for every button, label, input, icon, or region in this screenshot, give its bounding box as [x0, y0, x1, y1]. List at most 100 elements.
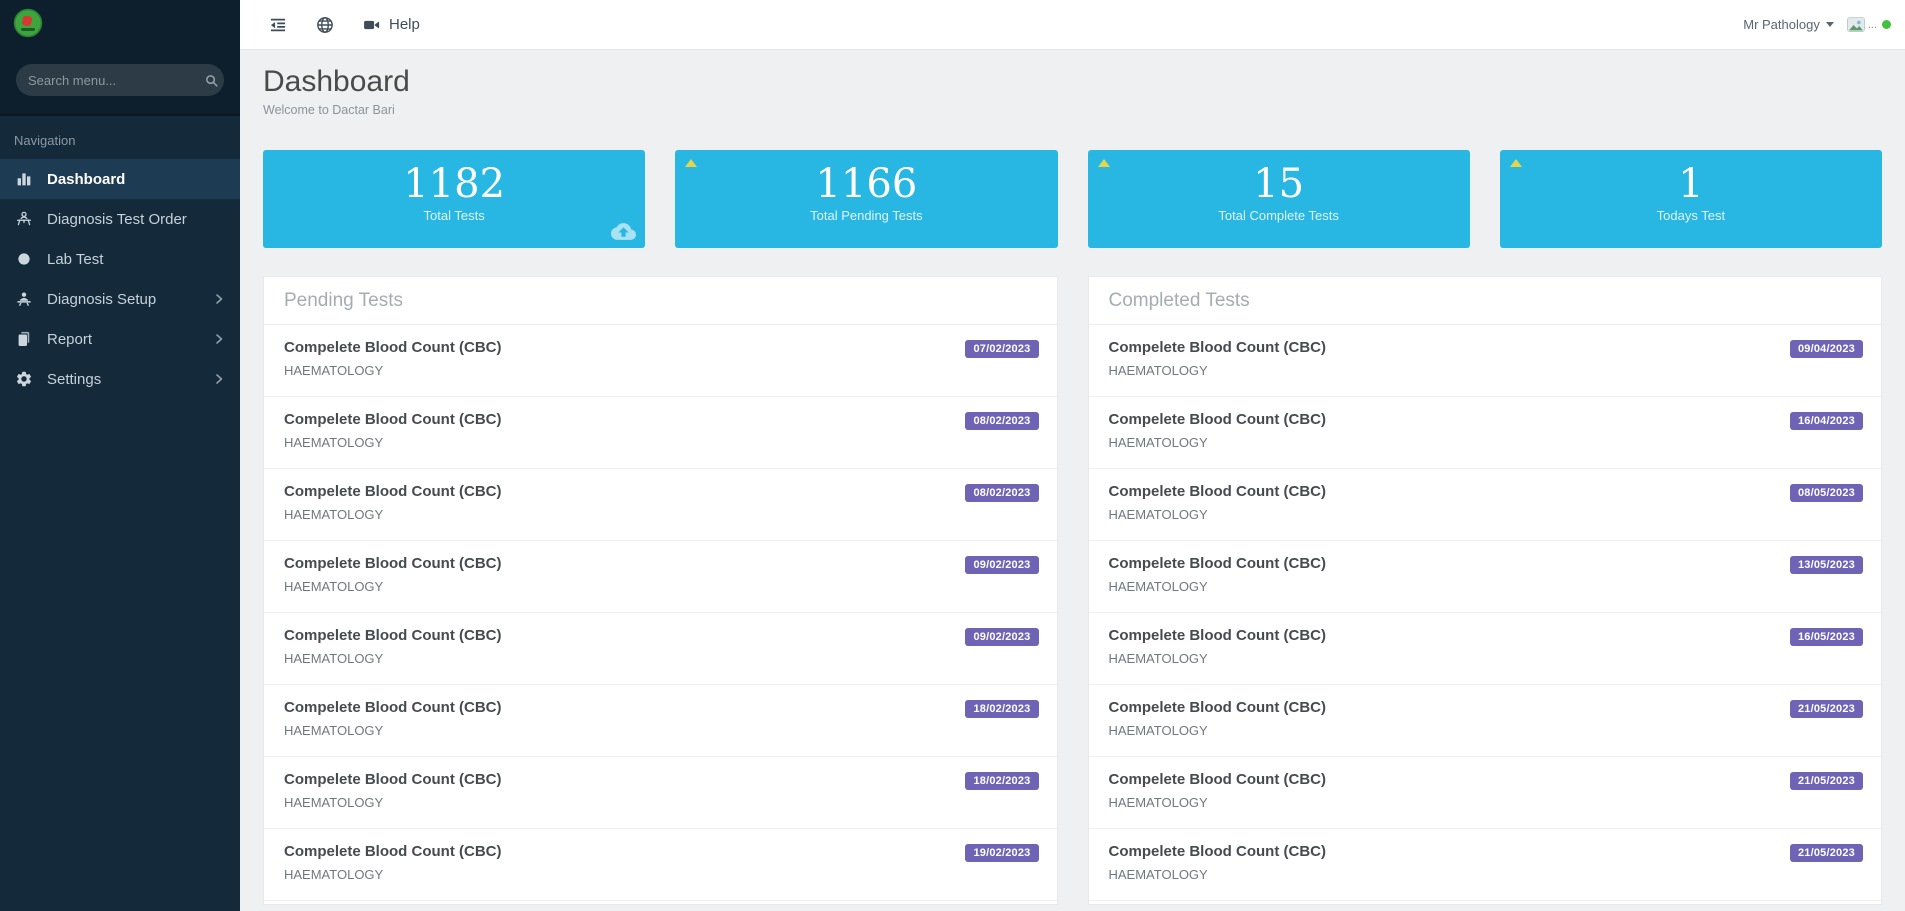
sidebar-item[interactable]: Diagnosis Test Order [0, 199, 240, 239]
test-category: HAEMATOLOGY [1108, 363, 1208, 378]
app-logo-icon [13, 8, 43, 43]
test-category: HAEMATOLOGY [1108, 723, 1208, 738]
test-category: HAEMATOLOGY [284, 507, 384, 522]
sidebar-item-label: Diagnosis Test Order [47, 210, 187, 228]
user-menu-label: Mr Pathology [1743, 17, 1820, 32]
user-setup-icon [14, 289, 34, 309]
test-list-item: Compelete Blood Count (CBC) HAEMATOLOGY … [1088, 829, 1881, 901]
completed-tests-panel: Completed Tests Compelete Blood Count (C… [1087, 276, 1882, 905]
completed-tests-list: Compelete Blood Count (CBC) HAEMATOLOGY … [1088, 325, 1881, 901]
test-category: HAEMATOLOGY [1108, 435, 1208, 450]
test-list-item: Compelete Blood Count (CBC) HAEMATOLOGY … [264, 613, 1057, 685]
test-name: Compelete Blood Count (CBC) [1108, 627, 1326, 644]
sidebar-item[interactable]: Lab Test [0, 239, 240, 279]
video-icon [362, 15, 382, 35]
user-menu[interactable]: Mr Pathology [1743, 17, 1834, 32]
pending-tests-list: Compelete Blood Count (CBC) HAEMATOLOGY … [264, 325, 1057, 901]
test-name: Compelete Blood Count (CBC) [284, 483, 502, 500]
language-globe-icon[interactable] [315, 15, 335, 35]
test-name: Compelete Blood Count (CBC) [284, 411, 502, 428]
test-category: HAEMATOLOGY [1108, 507, 1208, 522]
test-list-item: Compelete Blood Count (CBC) HAEMATOLOGY … [1088, 613, 1881, 685]
date-badge: 09/02/2023 [965, 556, 1039, 574]
stat-card-label: Todays Test [1656, 208, 1726, 223]
broken-image-icon [1846, 16, 1866, 34]
search-input[interactable] [28, 72, 204, 88]
test-category: HAEMATOLOGY [284, 363, 384, 378]
date-badge: 16/04/2023 [1789, 412, 1863, 430]
topbar: Help Mr Pathology ... [240, 0, 1905, 50]
bar-chart-icon [14, 169, 34, 189]
sidebar-item[interactable]: Diagnosis Setup [0, 279, 240, 319]
date-badge: 08/02/2023 [965, 484, 1039, 502]
test-list-item: Compelete Blood Count (CBC) HAEMATOLOGY … [1088, 325, 1881, 397]
logo-area[interactable] [0, 0, 240, 50]
test-list-item: Compelete Blood Count (CBC) HAEMATOLOGY … [264, 685, 1057, 757]
search-area [0, 50, 240, 114]
test-category: HAEMATOLOGY [284, 867, 384, 882]
test-list-item: Compelete Blood Count (CBC) HAEMATOLOGY … [264, 541, 1057, 613]
test-category: HAEMATOLOGY [284, 651, 384, 666]
test-name: Compelete Blood Count (CBC) [1108, 699, 1326, 716]
test-name: Compelete Blood Count (CBC) [1108, 339, 1326, 356]
chevron-right-icon [213, 373, 225, 385]
topbar-right: Mr Pathology ... [1743, 16, 1891, 34]
test-list-item: Compelete Blood Count (CBC) HAEMATOLOGY … [264, 829, 1057, 901]
test-name: Compelete Blood Count (CBC) [1108, 483, 1326, 500]
test-list-item: Compelete Blood Count (CBC) HAEMATOLOGY … [1088, 397, 1881, 469]
circle-icon [14, 249, 34, 269]
online-status-dot [1882, 20, 1891, 29]
stat-card: 1166 Total Pending Tests [675, 150, 1058, 248]
test-list-item: Compelete Blood Count (CBC) HAEMATOLOGY … [264, 325, 1057, 397]
stat-card: 1 Todays Test [1499, 150, 1882, 248]
date-badge: 21/05/2023 [1789, 772, 1863, 790]
test-list-item: Compelete Blood Count (CBC) HAEMATOLOGY … [1088, 469, 1881, 541]
search-icon[interactable] [204, 73, 219, 88]
test-list-item: Compelete Blood Count (CBC) HAEMATOLOGY … [1088, 685, 1881, 757]
help-button[interactable]: Help [362, 15, 420, 35]
date-badge: 16/05/2023 [1789, 628, 1863, 646]
nav-list: Dashboard Diagnosis Test Order Lab Test [0, 159, 240, 399]
test-category: HAEMATOLOGY [284, 723, 384, 738]
test-list-item: Compelete Blood Count (CBC) HAEMATOLOGY … [264, 397, 1057, 469]
test-category: HAEMATOLOGY [1108, 867, 1208, 882]
main-area: Help Mr Pathology ... Dashboard Welcome … [240, 0, 1905, 911]
date-badge: 08/05/2023 [1789, 484, 1863, 502]
chevron-right-icon [213, 293, 225, 305]
date-badge: 18/02/2023 [965, 700, 1039, 718]
sidebar-item[interactable]: Report [0, 319, 240, 359]
test-category: HAEMATOLOGY [284, 579, 384, 594]
test-name: Compelete Blood Count (CBC) [284, 555, 502, 572]
stat-card-value: 1 [1678, 161, 1704, 207]
pending-tests-panel: Pending Tests Compelete Blood Count (CBC… [263, 276, 1058, 905]
chevron-right-icon [213, 333, 225, 345]
user-desk-icon [14, 209, 34, 229]
test-name: Compelete Blood Count (CBC) [284, 699, 502, 716]
sidebar-item[interactable]: Settings [0, 359, 240, 399]
test-name: Compelete Blood Count (CBC) [284, 627, 502, 644]
test-category: HAEMATOLOGY [284, 435, 384, 450]
content: Dashboard Welcome to Dactar Bari 1182 To… [240, 50, 1905, 911]
test-category: HAEMATOLOGY [1108, 651, 1208, 666]
date-badge: 09/02/2023 [965, 628, 1039, 646]
stat-card-value: 15 [1253, 161, 1305, 207]
sidebar-toggle-icon[interactable] [268, 15, 288, 35]
test-name: Compelete Blood Count (CBC) [284, 339, 502, 356]
test-name: Compelete Blood Count (CBC) [1108, 771, 1326, 788]
gear-icon [14, 369, 34, 389]
avatar-alt-text: ... [1867, 18, 1877, 31]
cloud-upload-icon [611, 219, 637, 244]
test-list-item: Compelete Blood Count (CBC) HAEMATOLOGY … [264, 757, 1057, 829]
user-avatar[interactable]: ... [1846, 16, 1891, 34]
page-subtitle: Welcome to Dactar Bari [263, 103, 395, 117]
stat-card: 15 Total Complete Tests [1087, 150, 1470, 248]
test-category: HAEMATOLOGY [284, 795, 384, 810]
test-name: Compelete Blood Count (CBC) [1108, 843, 1326, 860]
date-badge: 13/05/2023 [1789, 556, 1863, 574]
sidebar-item[interactable]: Dashboard [0, 159, 240, 199]
test-name: Compelete Blood Count (CBC) [1108, 555, 1326, 572]
page-header: Dashboard Welcome to Dactar Bari [263, 65, 1882, 117]
stat-card-label: Total Pending Tests [810, 208, 923, 223]
date-badge: 07/02/2023 [965, 340, 1039, 358]
test-name: Compelete Blood Count (CBC) [284, 771, 502, 788]
